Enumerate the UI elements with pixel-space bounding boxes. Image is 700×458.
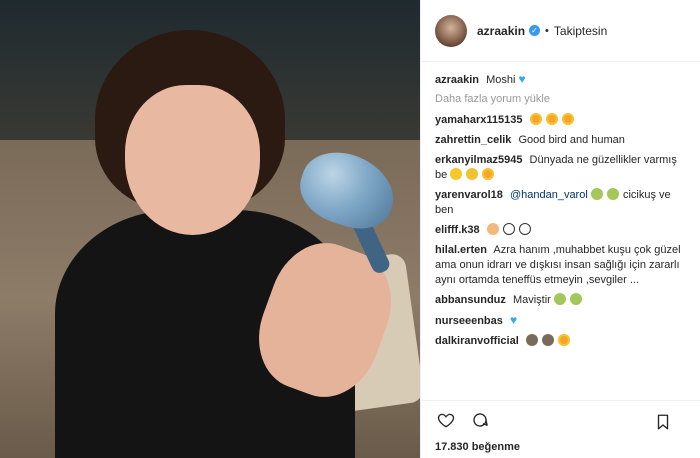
comment-username[interactable]: elifff.k38: [435, 224, 480, 236]
crying-laughing-emoji-icon: [590, 188, 603, 200]
bookmark-icon[interactable]: [652, 411, 674, 433]
crying-laughing-emoji-icon: [606, 188, 619, 200]
comment-username[interactable]: erkanyilmaz5945: [435, 154, 522, 166]
heart-eyes-emoji-icon: [561, 113, 574, 125]
verified-badge-icon: ✓: [529, 25, 541, 36]
photo-person-face: [125, 85, 260, 235]
comment-item: nurseeenbas ♥: [435, 313, 686, 329]
comment-item: hilal.erten Azra hanım ,muhabbet kuşu ço…: [435, 243, 686, 288]
post-sidebar: azraakin ✓ • Takiptesin azraakin Moshi ♥…: [420, 0, 700, 458]
comment-username[interactable]: hilal.erten: [435, 244, 487, 256]
heart-eyes-emoji-icon: [557, 334, 570, 346]
avatar[interactable]: [435, 14, 467, 47]
blue-heart-icon: ♥: [509, 313, 518, 327]
heart-eyes-emoji-icon: [529, 113, 542, 125]
grinning-emoji-icon: [450, 168, 463, 180]
comment-item: yarenvarol18 @handan_varol cicikuş ve be…: [435, 188, 686, 218]
separator-dot: •: [545, 24, 549, 37]
comment-mention[interactable]: @handan_varol: [510, 189, 588, 201]
follow-status[interactable]: Takiptesin: [554, 24, 607, 38]
caption-username[interactable]: azraakin: [435, 74, 479, 86]
photo-person: [55, 30, 408, 458]
ok-hand-emoji-icon: [486, 223, 499, 235]
comment-item: yamaharx115135: [435, 113, 686, 128]
people-emoji-icon: [525, 334, 538, 346]
blue-heart-icon: ♥: [518, 72, 526, 86]
load-more-comments[interactable]: Daha fazla yorum yükle: [435, 93, 686, 105]
comment-item: erkanyilmaz5945 Dünyada ne güzellikler v…: [435, 153, 686, 183]
like-heart-icon[interactable]: [435, 409, 457, 431]
crying-laughing-emoji-icon: [569, 293, 582, 305]
comment-item: elifff.k38: [435, 223, 686, 238]
comment-username[interactable]: nurseeenbas: [435, 315, 503, 327]
caption: azraakin Moshi ♥: [435, 72, 686, 88]
post-header: azraakin ✓ • Takiptesin: [421, 0, 700, 62]
comments-list: azraakin Moshi ♥ Daha fazla yorum yükle …: [421, 62, 700, 400]
post-actions: 17.830 beğenme: [421, 400, 700, 458]
caption-text: Moshi: [486, 74, 516, 86]
heart-eyes-emoji-icon: [545, 113, 558, 125]
crying-laughing-emoji-icon: [553, 293, 566, 305]
comment-username[interactable]: yarenvarol18: [435, 189, 503, 201]
comment-username[interactable]: abbansunduz: [435, 294, 506, 306]
post-photo[interactable]: [0, 0, 420, 458]
comment-username[interactable]: yamaharx115135: [435, 114, 522, 126]
sunglasses-emoji-icon: [466, 168, 479, 180]
eyes-emoji-icon: [502, 223, 515, 235]
comment-text: Maviştir: [512, 294, 551, 306]
comment-item: dalkiranvofficial: [435, 334, 686, 349]
comment-text: Good bird and human: [518, 134, 625, 146]
header-username[interactable]: azraakin: [477, 24, 525, 38]
likes-count[interactable]: 17.830 beğenme: [435, 441, 686, 453]
action-icons: [435, 409, 686, 431]
heart-eyes-emoji-icon: [482, 168, 495, 180]
comment-username[interactable]: dalkiranvofficial: [435, 335, 519, 347]
eyes-emoji-icon: [518, 223, 531, 235]
comment-bubble-icon[interactable]: [469, 409, 491, 431]
comment-item: abbansunduz Maviştir: [435, 293, 686, 308]
people-emoji-icon: [541, 334, 554, 346]
comment-username[interactable]: zahrettin_celik: [435, 134, 511, 146]
comment-item: zahrettin_celik Good bird and human: [435, 133, 686, 148]
instagram-post: azraakin ✓ • Takiptesin azraakin Moshi ♥…: [0, 0, 700, 458]
